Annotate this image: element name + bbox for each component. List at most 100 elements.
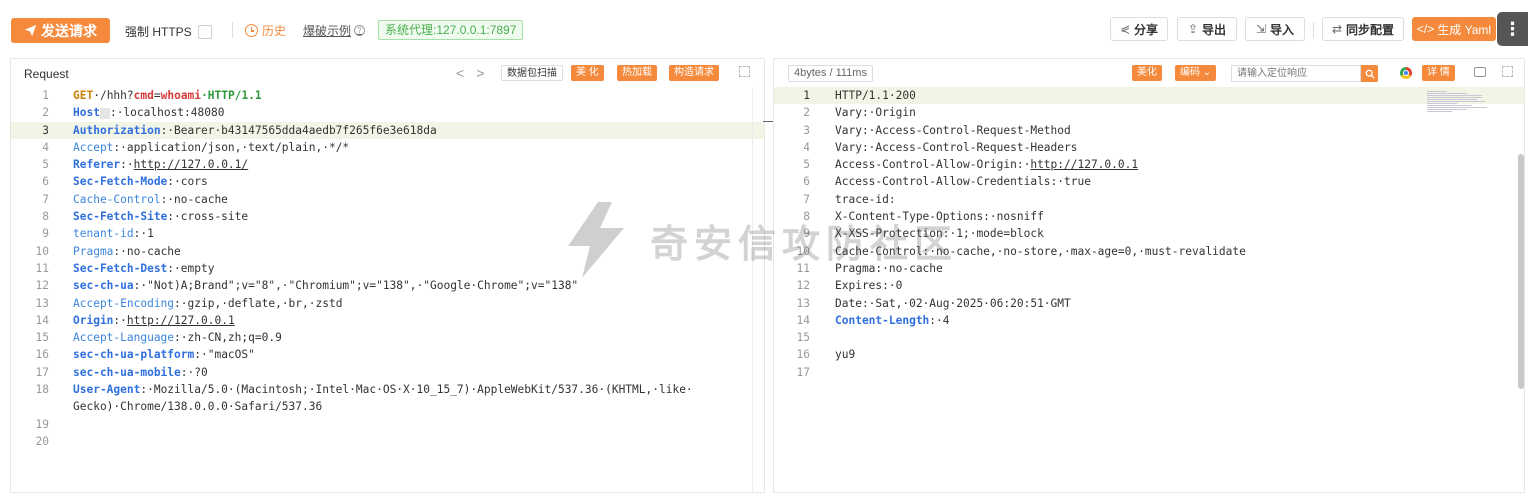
line-number: 6 [803,175,810,189]
header-key: Content-Length [835,313,930,327]
code-line: 14 Origin:·http://127.0.0.1 [11,312,764,329]
code-line: 7 trace-id: [774,191,1524,208]
comment-icon[interactable] [1474,67,1486,77]
toolbar-divider [232,22,233,38]
nav-prev-icon[interactable]: < [456,65,476,81]
header-value: :·no-cache [160,192,228,206]
line-number: 2 [42,106,49,120]
help-icon[interactable]: ? [354,25,366,36]
send-request-button[interactable]: 发送请求 [11,18,110,43]
code-icon: </> [1416,22,1435,36]
line-number: 10 [35,244,49,258]
param-name: cmd [133,89,154,102]
share-label: 分享 [1134,22,1159,37]
request-panel: Request <> 数据包扫描 美 化 热加载 构造请求 1 GET·/hhh?… [10,58,775,493]
response-panel-header: 4bytes / 111ms 美化 编码 ⌄ 详 情 [774,59,1524,87]
burst-example-link[interactable]: 爆破示例 ? [303,22,366,39]
line-number: 15 [35,331,49,345]
header-value: :·application/json,·text/plain,·*/* [113,140,350,154]
request-beautify-button[interactable]: 美 化 [571,65,604,81]
code-line: 5 Referer:·http://127.0.0.1/ [11,156,764,173]
header-key: Authorization [73,123,161,137]
line-number: 5 [42,158,49,172]
response-editor[interactable]: 1 HTTP/1.1·200 2 Vary:·Origin 3 Vary:·Acces… [774,87,1524,492]
export-button[interactable]: ⇪ 导出 [1177,17,1237,41]
share-button[interactable]: ⋞ 分享 [1110,17,1168,41]
url-link[interactable]: http://127.0.0.1/ [134,158,249,171]
code-line: 5 Access-Control-Allow-Origin:·http://127… [774,156,1524,173]
header-value: :·4 [929,313,950,327]
nav-next-icon[interactable]: > [476,65,496,81]
hot-load-button[interactable]: 热加载 [617,65,657,81]
locate-response-input[interactable] [1231,65,1361,82]
response-minimap[interactable] [1427,91,1487,121]
code-line: 2 Vary:·Origin [774,104,1524,121]
line-number: 17 [35,365,49,379]
request-editor[interactable]: 1 GET·/hhh?cmd=whoami·HTTP/1.1 2 Host:·loc… [11,87,764,492]
encoding-dropdown[interactable]: 编码 ⌄ [1175,65,1217,81]
request-history-nav[interactable]: <> [456,65,496,81]
code-line: 11 Sec-Fetch-Dest:·empty [11,260,764,277]
code-line: 14 Content-Length:·4 [774,312,1524,329]
response-scrollbar[interactable] [1518,154,1524,389]
header-key: Cache-Control [73,192,161,206]
request-panel-header: Request <> 数据包扫描 美 化 热加载 构造请求 [11,59,764,87]
request-scroll-track[interactable] [752,87,753,492]
request-title: Request [24,67,69,81]
import-button[interactable]: ⇲ 导入 [1245,17,1305,41]
code-line: 15 [774,329,1524,346]
expand-icon[interactable] [1502,66,1513,77]
param-eq: = [153,89,161,102]
response-body: yu9 [835,348,856,362]
code-line: 19 [11,416,764,433]
build-request-button[interactable]: 构造请求 [669,65,719,81]
locate-search-button[interactable] [1361,65,1378,82]
line-number: 6 [42,175,49,189]
line-number: 9 [42,227,49,241]
history-label: 历史 [262,24,287,38]
code-line-wrap: Gecko)·Chrome/138.0.0.0·Safari/537.36 [11,398,764,415]
export-label: 导出 [1202,22,1227,37]
search-icon [1365,69,1375,79]
force-https-toggle[interactable]: 强制 HTTPS [125,23,212,40]
system-proxy-badge[interactable]: 系统代理:127.0.0.1:7897 [378,20,524,40]
header-key: Sec-Fetch-Dest [73,261,168,275]
line-number: 7 [42,192,49,206]
expand-icon[interactable] [739,66,750,77]
chrome-icon[interactable] [1400,67,1412,79]
code-line: 17 sec-ch-ua-mobile:·?0 [11,364,764,381]
line-number: 1 [42,89,49,102]
code-line: 12 Expires:·0 [774,277,1524,294]
header-value: :·no-cache [113,244,181,258]
header-colon: :· [120,158,134,172]
code-line: 18 User-Agent:·Mozilla/5.0·(Macintosh;·In… [11,381,764,398]
header-line: Vary:·Access-Control-Request-Headers [835,140,1078,154]
line-number: 16 [796,348,810,362]
packet-scan-button[interactable]: 数据包扫描 [501,65,563,81]
header-line: X-Content-Type-Options:·nosniff [835,210,1044,224]
sync-config-button[interactable]: ⇄ 同步配置 [1322,17,1404,41]
response-beautify-button[interactable]: 美化 [1132,65,1162,81]
header-line: X-XSS-Protection:·1;·mode=block [835,227,1044,241]
url-link[interactable]: http://127.0.0.1 [127,314,235,327]
header-key: tenant-id [73,227,134,241]
share-icon: ⋞ [1119,22,1131,36]
code-line: 4 Accept:·application/json,·text/plain,·*… [11,139,764,156]
history-button[interactable]: 历史 [245,22,286,39]
line-number: 17 [796,365,810,379]
code-line: 3 Vary:·Access-Control-Request-Method [774,122,1524,139]
generate-yaml-button[interactable]: </> 生成 Yaml [1412,17,1496,41]
header-line: Expires:·0 [835,279,903,293]
more-menu-button[interactable]: ⋮ [1497,12,1528,46]
response-panel: 4bytes / 111ms 美化 编码 ⌄ 详 情 1 HTTP/1.1·200… [773,58,1525,493]
detail-button[interactable]: 详 情 [1422,65,1455,81]
header-key: sec-ch-ua-platform [73,348,195,362]
header-value: :·Mozilla/5.0·(Macintosh;·Intel·Mac·OS·X… [140,383,693,397]
send-icon [24,24,37,37]
chevron-down-icon: ⌄ [1202,67,1212,78]
header-key: Accept-Language [73,331,175,345]
line-number: 16 [35,348,49,362]
url-link[interactable]: http://127.0.0.1 [1030,158,1138,171]
force-https-checkbox[interactable] [197,24,212,39]
force-https-label: 强制 HTTPS [125,25,192,39]
